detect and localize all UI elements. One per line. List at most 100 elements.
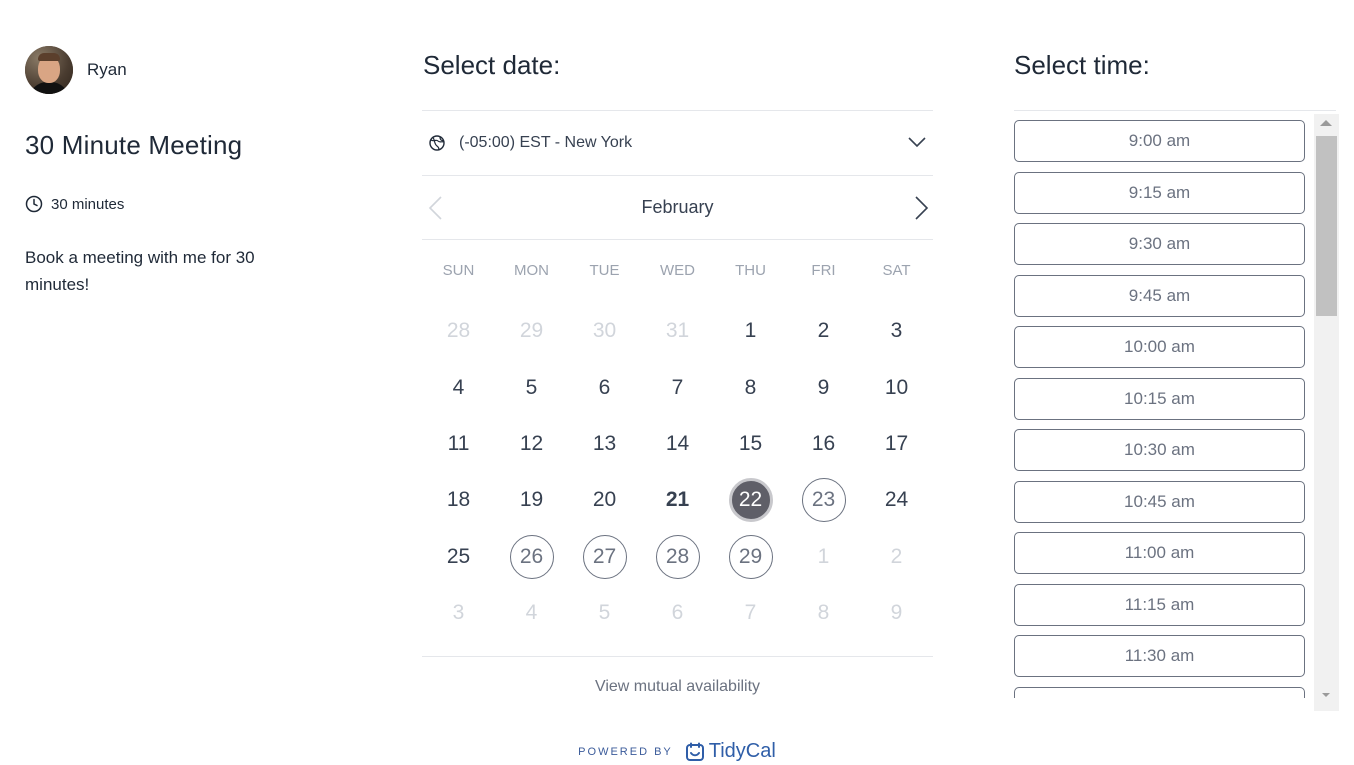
time-slot-button[interactable]: 11:00 am xyxy=(1014,532,1305,574)
calendar-day-number: 17 xyxy=(884,431,909,455)
select-time-heading: Select time: xyxy=(1014,50,1150,80)
view-mutual-availability-link[interactable]: View mutual availability xyxy=(422,678,933,696)
month-label: February xyxy=(641,197,714,217)
calendar-day: 17 xyxy=(860,416,933,472)
calendar-day: 5 xyxy=(495,359,568,415)
calendar-day-number: 4 xyxy=(525,601,538,625)
chevron-down-icon xyxy=(908,137,926,148)
time-slot-button[interactable]: 9:15 am xyxy=(1014,171,1305,214)
calendar-day: 16 xyxy=(787,416,860,472)
host-info: Ryan xyxy=(25,46,127,94)
weekday-label: WED xyxy=(660,262,695,279)
calendar-day[interactable]: 27 xyxy=(568,529,641,585)
calendar-day[interactable]: 28 xyxy=(641,529,714,585)
weekday-label: THU xyxy=(735,262,766,279)
calendar-day-number: 12 xyxy=(519,431,544,455)
weekday-label: SUN xyxy=(442,262,475,279)
calendar-day: 9 xyxy=(860,585,933,641)
calendar-day: 6 xyxy=(641,585,714,641)
calendar-day: 6 xyxy=(568,359,641,415)
time-slot-button[interactable]: 10:00 am xyxy=(1014,326,1305,368)
scroll-up-arrow[interactable] xyxy=(1320,120,1332,126)
globe-icon xyxy=(429,135,445,151)
calendar-day: 15 xyxy=(714,416,787,472)
calendar-day-number: 24 xyxy=(884,488,909,512)
calendar-day[interactable]: 26 xyxy=(495,529,568,585)
time-slot-button[interactable]: 10:45 am xyxy=(1014,480,1305,523)
calendar-day-number: 3 xyxy=(890,319,903,343)
calendar-day-number: 5 xyxy=(525,375,538,399)
calendar-day-number: 19 xyxy=(519,488,544,512)
calendar-day[interactable]: 21 xyxy=(641,472,714,528)
event-duration: 30 minutes xyxy=(25,195,124,213)
calendar-day-number: 16 xyxy=(811,431,836,455)
calendar-day: 19 xyxy=(495,472,568,528)
calendar-day: 14 xyxy=(641,416,714,472)
event-description: Book a meeting with me for 30 minutes! xyxy=(25,248,255,294)
divider xyxy=(1014,110,1336,111)
calendar-day-number: 9 xyxy=(890,601,903,625)
tidycal-logo-link[interactable]: TidyCal xyxy=(685,740,776,763)
time-slot-button[interactable]: 11:30 am xyxy=(1014,635,1305,677)
calendar-day[interactable]: 29 xyxy=(714,529,787,585)
time-slot-button[interactable]: 10:15 am xyxy=(1014,377,1305,420)
calendar-day-number: 31 xyxy=(665,319,690,343)
time-slot-button[interactable]: 9:45 am xyxy=(1014,274,1305,317)
calendar-day: 1 xyxy=(787,529,860,585)
calendar-day: 5 xyxy=(568,585,641,641)
calendar-day-number: 5 xyxy=(598,601,611,625)
time-slot-button[interactable]: 11:15 am xyxy=(1014,583,1305,626)
calendar-day[interactable]: 23 xyxy=(787,472,860,528)
time-slot-button[interactable]: 11:45 am xyxy=(1014,686,1305,698)
calendar-day: 8 xyxy=(714,359,787,415)
calendar-day-number: 8 xyxy=(817,601,830,625)
calendar-day-number: 7 xyxy=(744,601,757,625)
calendar-day: 25 xyxy=(422,529,495,585)
calendar-day: 11 xyxy=(422,416,495,472)
calendar-day: 31 xyxy=(641,303,714,359)
weekday-label: TUE xyxy=(589,262,620,279)
calendar-day: 8 xyxy=(787,585,860,641)
calendar-day-number: 26 xyxy=(509,534,554,579)
calendar-day-number: 30 xyxy=(592,319,617,343)
time-slot-list: 9:00 am 9:15 am 9:30 am 9:45 am 10:00 am 10:1… xyxy=(1014,120,1306,698)
calendar-day: 12 xyxy=(495,416,568,472)
calendar-day: 13 xyxy=(568,416,641,472)
weekday-label: FRI xyxy=(811,262,836,279)
clock-icon xyxy=(25,195,43,213)
calendar-day-number: 15 xyxy=(738,431,763,455)
timezone-label: (-05:00) EST - New York xyxy=(459,134,633,151)
calendar-day-number: 13 xyxy=(592,431,617,455)
tidycal-logo-icon xyxy=(685,742,704,761)
calendar-day-number: 20 xyxy=(592,488,617,512)
calendar-day[interactable]: 22 xyxy=(714,472,787,528)
time-slot-button[interactable]: 9:00 am xyxy=(1014,120,1305,162)
time-list-scrollbar[interactable] xyxy=(1314,114,1339,711)
scroll-thumb[interactable] xyxy=(1316,136,1337,316)
calendar-day: 2 xyxy=(860,529,933,585)
calendar-day-number: 29 xyxy=(728,534,773,579)
event-title: 30 Minute Meeting xyxy=(25,130,243,160)
calendar-day-number: 2 xyxy=(890,544,903,568)
calendar-day: 18 xyxy=(422,472,495,528)
powered-by-label: POWERED BY xyxy=(578,745,673,758)
next-month-button[interactable] xyxy=(911,195,931,221)
weekday-header: SUN MON TUE WED THU FRI SAT xyxy=(422,262,933,279)
timezone-select[interactable]: (-05:00) EST - New York xyxy=(422,110,933,176)
divider xyxy=(422,656,933,657)
weekday-label: SAT xyxy=(882,262,911,279)
weekday-label: MON xyxy=(514,262,549,279)
calendar-day: 2 xyxy=(787,303,860,359)
scroll-down-arrow[interactable] xyxy=(1322,693,1330,697)
footer: POWERED BY TidyCal xyxy=(0,740,1354,763)
time-slot-button[interactable]: 10:30 am xyxy=(1014,429,1305,471)
calendar-day: 1 xyxy=(714,303,787,359)
calendar-day-number: 18 xyxy=(446,488,471,512)
calendar-day-number: 23 xyxy=(801,478,846,523)
calendar-day: 29 xyxy=(495,303,568,359)
calendar-day-number: 2 xyxy=(817,319,830,343)
time-slot-button[interactable]: 9:30 am xyxy=(1014,223,1305,265)
calendar-day-number: 1 xyxy=(744,319,757,343)
calendar-day: 3 xyxy=(860,303,933,359)
calendar-day-number: 28 xyxy=(655,534,700,579)
